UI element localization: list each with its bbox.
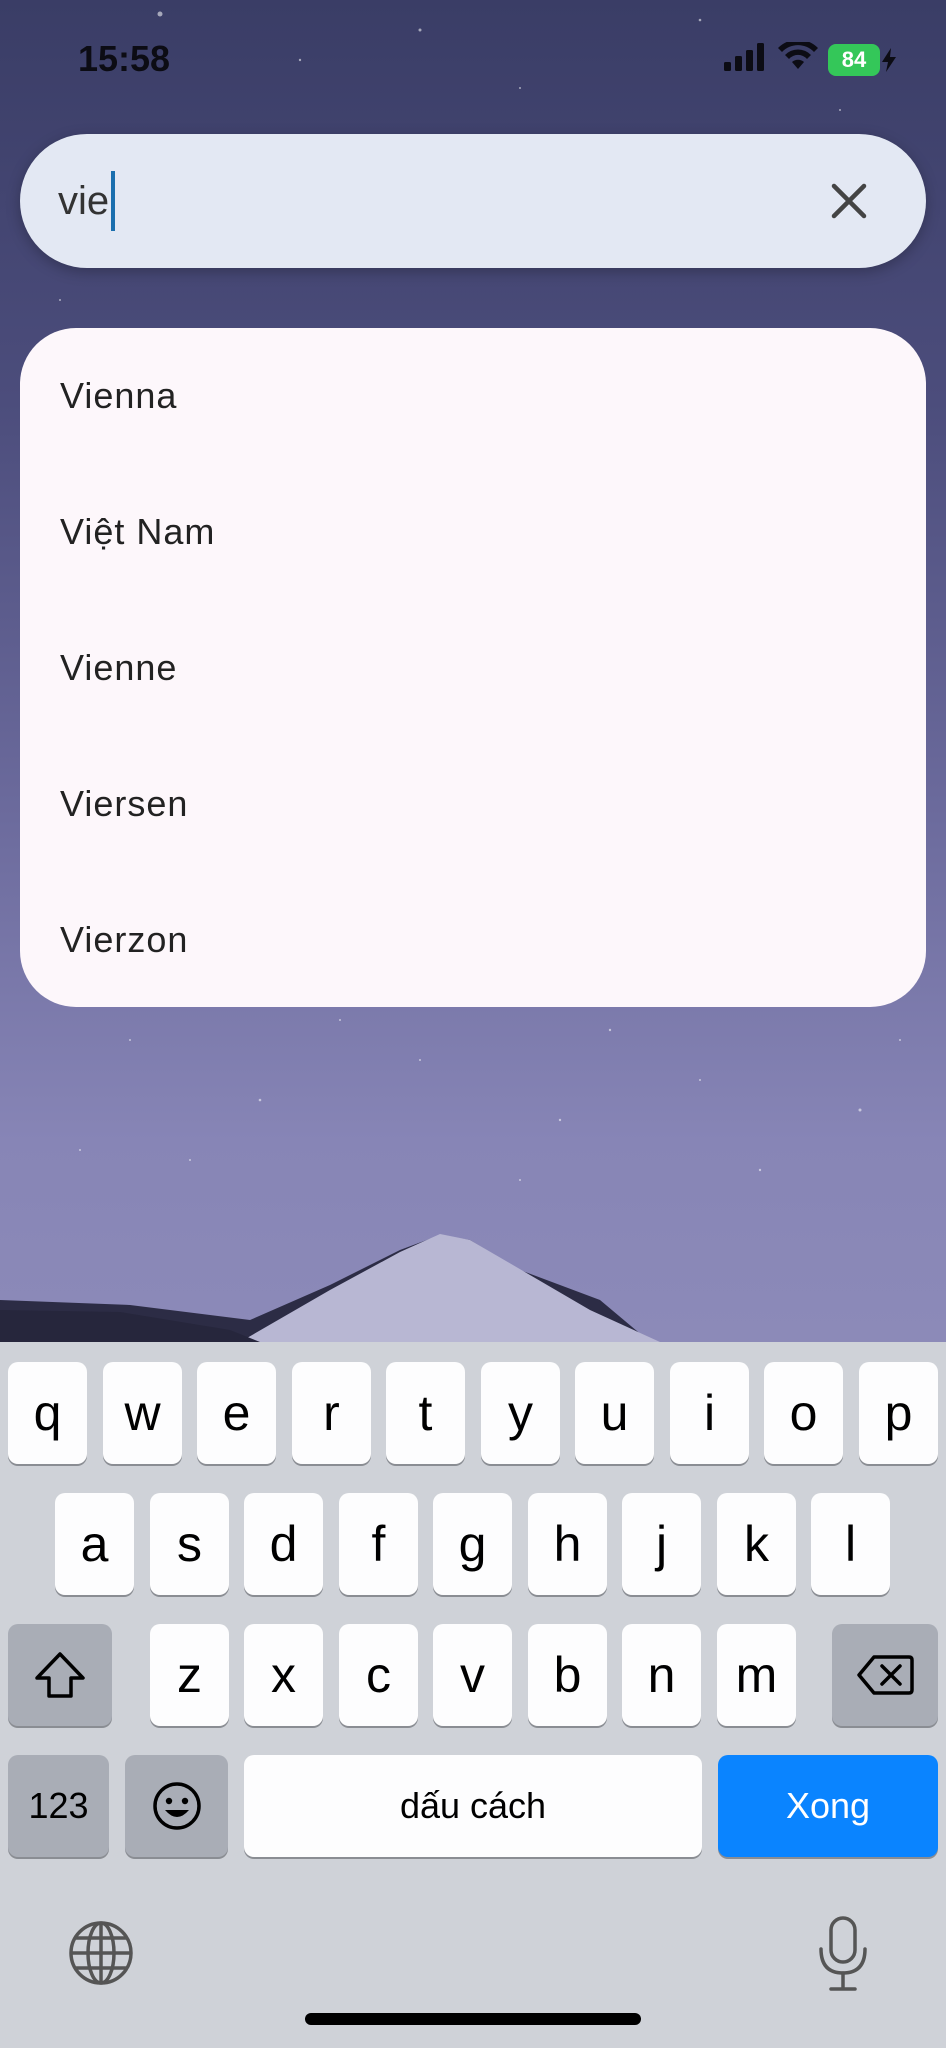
key-e[interactable]: e — [197, 1362, 276, 1464]
key-g[interactable]: g — [433, 1493, 512, 1595]
key-b[interactable]: b — [528, 1624, 607, 1726]
text-caret — [111, 171, 116, 231]
bolt-icon — [882, 47, 896, 72]
key-s[interactable]: s — [150, 1493, 229, 1595]
key-n[interactable]: n — [622, 1624, 701, 1726]
status-bar: 15:58 84 — [0, 0, 946, 120]
shift-icon — [35, 1652, 85, 1698]
search-input[interactable]: vie — [58, 171, 116, 231]
signal-icon — [724, 43, 768, 76]
numbers-key[interactable]: 123 — [8, 1755, 109, 1857]
key-f[interactable]: f — [339, 1493, 418, 1595]
key-r[interactable]: r — [292, 1362, 371, 1464]
battery-level: 84 — [828, 43, 880, 76]
suggestion-item[interactable]: Vienna — [20, 328, 926, 464]
key-v[interactable]: v — [433, 1624, 512, 1726]
key-l[interactable]: l — [811, 1493, 890, 1595]
clear-search-button[interactable] — [822, 174, 876, 228]
status-icons: 84 — [724, 39, 896, 77]
key-t[interactable]: t — [386, 1362, 465, 1464]
key-m[interactable]: m — [717, 1624, 796, 1726]
key-x[interactable]: x — [244, 1624, 323, 1726]
key-q[interactable]: q — [8, 1362, 87, 1464]
key-c[interactable]: c — [339, 1624, 418, 1726]
space-key[interactable]: dấu cách — [244, 1755, 702, 1857]
close-icon — [831, 183, 867, 219]
key-y[interactable]: y — [481, 1362, 560, 1464]
globe-icon — [69, 1921, 133, 1985]
emoji-icon — [152, 1782, 201, 1830]
done-key[interactable]: Xong — [718, 1755, 938, 1857]
key-i[interactable]: i — [670, 1362, 749, 1464]
battery-charging-icon: 84 — [828, 43, 896, 76]
search-field[interactable]: vie — [20, 134, 926, 268]
suggestion-item[interactable]: Viersen — [20, 736, 926, 872]
key-h[interactable]: h — [528, 1493, 607, 1595]
emoji-key[interactable] — [125, 1755, 228, 1857]
suggestion-item[interactable]: Vienne — [20, 600, 926, 736]
key-d[interactable]: d — [244, 1493, 323, 1595]
key-w[interactable]: w — [103, 1362, 182, 1464]
suggestion-item[interactable]: Việt Nam — [20, 464, 926, 600]
key-u[interactable]: u — [575, 1362, 654, 1464]
key-z[interactable]: z — [150, 1624, 229, 1726]
key-a[interactable]: a — [55, 1493, 134, 1595]
key-o[interactable]: o — [764, 1362, 843, 1464]
key-j[interactable]: j — [622, 1493, 701, 1595]
search-value: vie — [58, 178, 110, 223]
microphone-button[interactable] — [806, 1912, 880, 1996]
key-p[interactable]: p — [859, 1362, 938, 1464]
mountain-snow — [240, 1234, 660, 1342]
globe-button[interactable] — [64, 1916, 138, 1990]
home-indicator[interactable] — [305, 2013, 641, 2025]
suggestions-list: Vienna Việt Nam Vienne Viersen Vierzon — [20, 328, 926, 1007]
shift-key[interactable] — [8, 1624, 112, 1726]
delete-icon — [857, 1655, 914, 1695]
key-k[interactable]: k — [717, 1493, 796, 1595]
wifi-icon — [778, 39, 818, 77]
keyboard: q w e r t y u i o p a s d f g h j k l z … — [0, 1342, 946, 2048]
delete-key[interactable] — [832, 1624, 938, 1726]
suggestion-item[interactable]: Vierzon — [20, 872, 926, 1007]
microphone-icon — [819, 1916, 867, 1991]
status-time: 15:58 — [78, 38, 171, 79]
